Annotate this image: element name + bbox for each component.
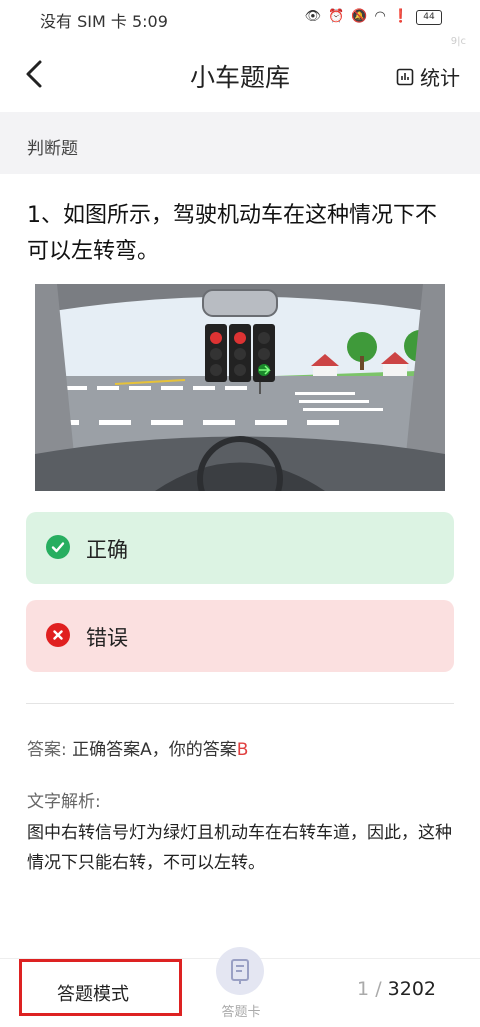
alert-icon: ❗ bbox=[392, 9, 409, 24]
answer-line: 答案: 正确答案A，你的答案B bbox=[27, 735, 248, 760]
answer-mode-button[interactable]: 答题模式 bbox=[19, 959, 182, 1016]
current-page: 1 bbox=[357, 978, 370, 1000]
status-icons: 👁 ⏰ 🔕 ◠ ❗ 44 bbox=[305, 8, 442, 26]
wifi-icon: ◠ bbox=[374, 9, 386, 24]
page-separator: / bbox=[375, 978, 382, 1000]
bottom-bar: 答题模式 答题卡 1 / 3202 bbox=[0, 947, 480, 1027]
answer-prefix: 答案: bbox=[27, 740, 67, 760]
status-time: 没有 SIM 卡 5:09 bbox=[40, 12, 168, 31]
battery-icon: 44 bbox=[416, 9, 442, 25]
watermark: 9|c bbox=[450, 36, 466, 47]
stats-button[interactable]: 统计 bbox=[396, 62, 460, 91]
option-correct[interactable]: 正确 bbox=[26, 512, 454, 584]
answer-card-icon bbox=[231, 959, 249, 984]
answer-card-label: 答题卡 bbox=[221, 1005, 261, 1020]
check-icon bbox=[46, 535, 70, 559]
total-pages: 3202 bbox=[387, 978, 436, 1000]
option-label: 错误 bbox=[86, 626, 128, 650]
bar-chart-icon bbox=[396, 68, 414, 85]
option-label: 正确 bbox=[86, 538, 128, 562]
eye-icon: 👁 bbox=[304, 9, 322, 24]
analysis-label: 文字解析: bbox=[27, 792, 101, 812]
mute-icon: 🔕 bbox=[351, 9, 368, 24]
nav-bar: 小车题库 统计 bbox=[0, 38, 480, 112]
option-wrong[interactable]: 错误 bbox=[26, 600, 454, 672]
cross-icon bbox=[46, 623, 70, 647]
stats-label: 统计 bbox=[420, 66, 460, 90]
question-type-label: 判断题 bbox=[27, 139, 78, 159]
question-text: 1、如图所示，驾驶机动车在这种情况下不可以左转弯。 bbox=[27, 203, 437, 264]
page-counter: 1 / 3202 bbox=[357, 978, 436, 1000]
answer-card-button[interactable] bbox=[216, 947, 264, 995]
user-answer: B bbox=[236, 740, 249, 760]
status-bar: 没有 SIM 卡 5:09 👁 ⏰ 🔕 ◠ ❗ 44 bbox=[0, 0, 480, 38]
correct-answer-text: 正确答案A，你的答案 bbox=[72, 740, 237, 760]
answer-mode-label: 答题模式 bbox=[57, 984, 129, 1005]
alarm-icon: ⏰ bbox=[328, 9, 345, 24]
question-type-band: 判断题 bbox=[0, 112, 480, 174]
analysis-text: 图中右转信号灯为绿灯且机动车在右转车道，因此，这种情况下只能右转，不可以左转。 bbox=[27, 823, 452, 873]
divider bbox=[26, 703, 454, 704]
question-illustration bbox=[35, 284, 445, 491]
